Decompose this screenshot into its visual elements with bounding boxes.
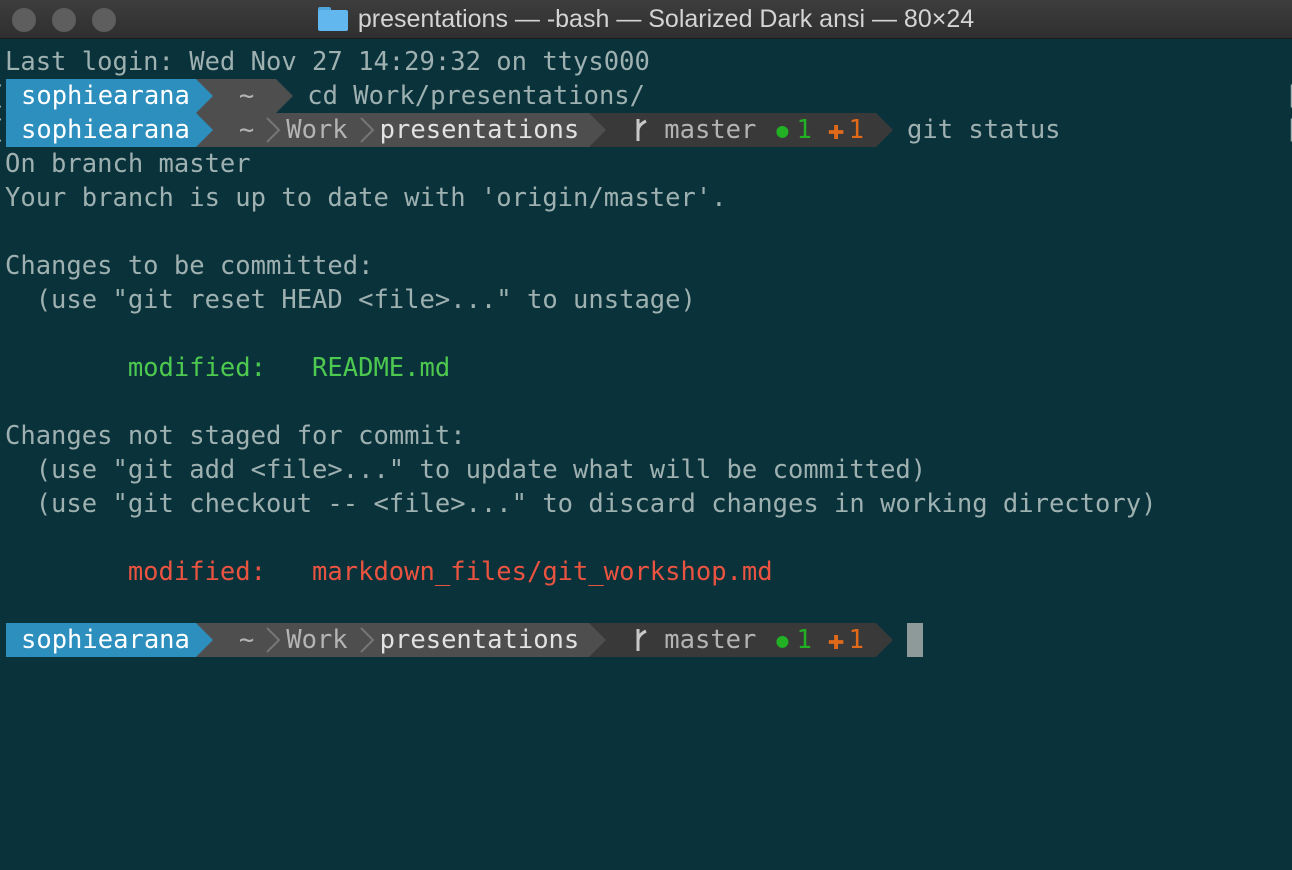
- unstaged-file-name: markdown_files/git_workshop.md: [312, 557, 773, 587]
- segment-arrow: [589, 623, 607, 657]
- dir-work: Work: [286, 115, 348, 145]
- last-login-line: Last login: Wed Nov 27 14:29:32 on ttys0…: [5, 47, 650, 77]
- prompt-user-segment: sophiearana: [6, 113, 196, 147]
- wrap-bracket-left: [: [0, 113, 5, 147]
- output-staged-file-line: modified: README.md: [0, 351, 1292, 385]
- staged-count: 1: [796, 115, 812, 145]
- green-dot-icon: ●: [776, 118, 789, 142]
- orange-plus-icon: ✚: [827, 623, 845, 656]
- prompt-dir-segment: ~ Work presentations: [212, 113, 590, 147]
- green-dot-icon: ●: [776, 628, 789, 652]
- branch-name: master: [664, 115, 757, 145]
- segment-arrow: [195, 79, 213, 113]
- output-staged-header: Changes to be committed:: [5, 251, 374, 281]
- dir-separator-icon: [264, 113, 282, 147]
- segment-arrow: [876, 113, 894, 147]
- dir-work: Work: [286, 625, 348, 655]
- output-unstaged-header: Changes not staged for commit:: [5, 421, 466, 451]
- dir-home: ~: [238, 625, 255, 655]
- staged-modified-label: modified:: [5, 353, 313, 383]
- command-text: cd Work/presentations/: [307, 81, 646, 111]
- output-unstaged-hint-2: (use "git checkout -- <file>..." to disc…: [5, 489, 1157, 519]
- command-text: git status: [907, 115, 1061, 145]
- prompt-line-3: sophiearana ~ Work presentations master …: [0, 623, 1292, 657]
- git-branch-icon: [632, 117, 652, 143]
- segment-arrow: [876, 623, 894, 657]
- staged-count: 1: [796, 625, 812, 655]
- wrap-bracket-left: [: [0, 79, 5, 113]
- segment-arrow: [195, 623, 213, 657]
- output-on-branch: On branch master: [5, 149, 251, 179]
- prompt-dir-segment: ~ Work presentations: [212, 623, 590, 657]
- title-bar: presentations — -bash — Solarized Dark a…: [0, 0, 1292, 39]
- output-staged-hint: (use "git reset HEAD <file>..." to unsta…: [5, 285, 696, 315]
- dir-presentations: presentations: [379, 625, 580, 655]
- dir-separator-icon: [358, 623, 376, 657]
- segment-arrow: [589, 113, 607, 147]
- prompt-git-segment: master ● 1 ✚ 1: [606, 113, 877, 147]
- prompt-user-segment: sophiearana: [6, 79, 196, 113]
- segment-arrow: [276, 79, 294, 113]
- text-cursor[interactable]: [907, 623, 924, 657]
- wrap-bracket-right: [: [1285, 79, 1292, 113]
- prompt-line-1: [ sophiearana ~ cd Work/presentations/ [: [0, 79, 1292, 113]
- staged-file-name: README.md: [312, 353, 451, 383]
- branch-name: master: [664, 625, 757, 655]
- unstaged-modified-label: modified:: [5, 557, 313, 587]
- modified-count: 1: [848, 115, 865, 145]
- prompt-git-segment: master ● 1 ✚ 1: [606, 623, 877, 657]
- prompt-dir-segment: ~: [212, 79, 277, 113]
- dir-presentations: presentations: [379, 115, 580, 145]
- window-title: presentations — -bash — Solarized Dark a…: [357, 4, 975, 33]
- git-branch-icon: [632, 627, 652, 653]
- terminal-output[interactable]: Last login: Wed Nov 27 14:29:32 on ttys0…: [0, 45, 1292, 657]
- dir-separator-icon: [264, 623, 282, 657]
- folder-icon: [317, 7, 348, 31]
- dir-home: ~: [238, 115, 255, 145]
- output-up-to-date: Your branch is up to date with 'origin/m…: [5, 183, 727, 213]
- modified-count: 1: [848, 625, 865, 655]
- terminal-window: presentations — -bash — Solarized Dark a…: [0, 0, 1292, 870]
- prompt-line-2: [ sophiearana ~ Work presentations maste…: [0, 113, 1292, 147]
- segment-arrow: [195, 113, 213, 147]
- wrap-bracket-right: [: [1285, 113, 1292, 147]
- output-unstaged-hint-1: (use "git add <file>..." to update what …: [5, 455, 927, 485]
- prompt-user-segment: sophiearana: [6, 623, 196, 657]
- dir-separator-icon: [358, 113, 376, 147]
- output-unstaged-file-line: modified: markdown_files/git_workshop.md: [0, 555, 1292, 589]
- window-title-group: presentations — -bash — Solarized Dark a…: [0, 0, 1292, 38]
- orange-plus-icon: ✚: [827, 113, 845, 146]
